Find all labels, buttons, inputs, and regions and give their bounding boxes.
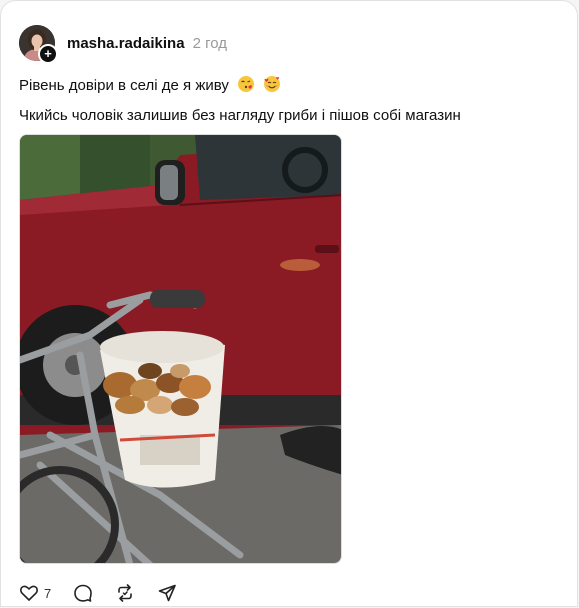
like-count: 7 [44,585,52,601]
repost-button[interactable] [115,583,135,603]
post-text-line-1: Рівень довіри в селі де я живу [19,75,281,97]
avatar-container[interactable]: + [19,25,58,64]
share-icon[interactable] [157,583,177,603]
comment-button[interactable] [73,583,93,603]
username[interactable]: masha.radaikina [67,35,185,52]
post-text-2: Чкийсь чоловік залишив без нагляду гриби… [19,107,461,124]
post-card: + masha.radaikina 2 год Рівень довіри в … [0,0,578,607]
heart-icon[interactable] [19,583,39,603]
post-actions: 7 [19,583,199,603]
post-header: + masha.radaikina 2 год [19,25,227,64]
follow-plus-icon[interactable]: + [38,44,58,64]
post-timestamp[interactable]: 2 год [193,35,227,52]
comment-icon[interactable] [73,583,93,603]
post-photo[interactable] [19,134,342,564]
face-blowing-kiss-icon [237,75,255,97]
like-button[interactable]: 7 [19,583,51,603]
repost-icon[interactable] [115,583,135,603]
post-text-line-2: Чкийсь чоловік залишив без нагляду гриби… [19,107,461,124]
smiling-face-with-hearts-icon [263,75,281,97]
share-button[interactable] [157,583,177,603]
post-text-1: Рівень довіри в селі де я живу [19,76,229,94]
